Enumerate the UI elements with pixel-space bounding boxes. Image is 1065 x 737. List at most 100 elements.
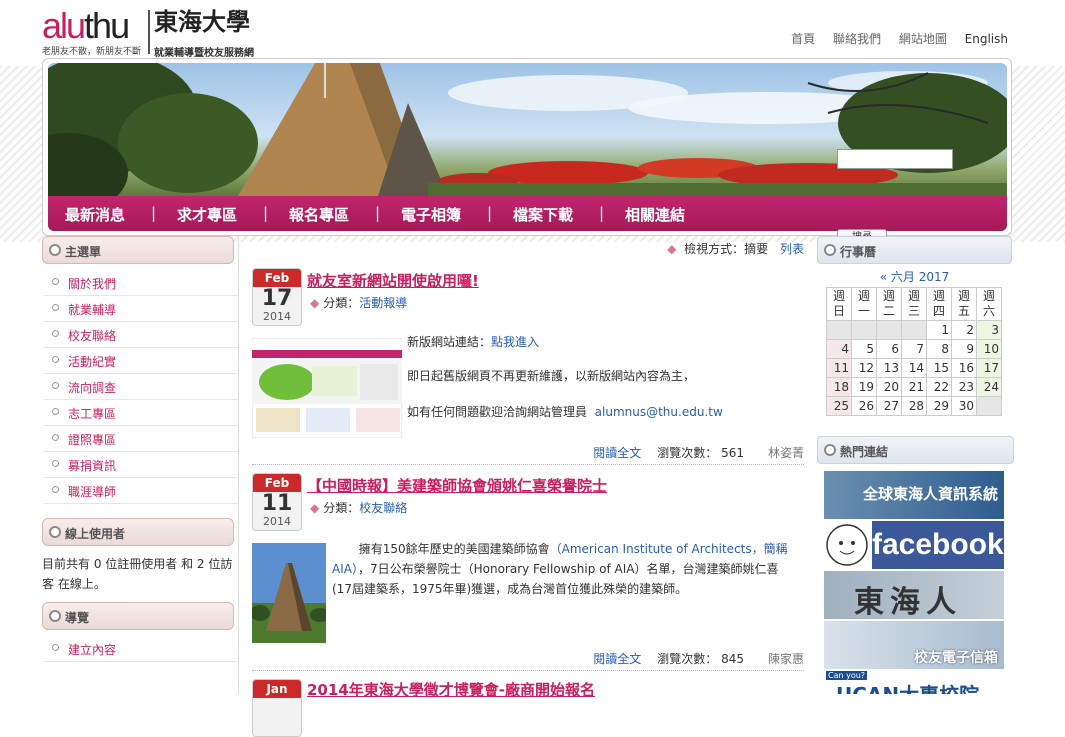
category-link[interactable]: 校友聯絡 [359, 501, 407, 515]
post-title[interactable]: 【中國時報】美建築師協會頒姚仁喜榮譽院士 [307, 475, 607, 496]
calendar-day[interactable]: 3 [976, 320, 1002, 340]
menu-item-donation[interactable]: 募捐資訊 [44, 452, 238, 478]
menu-item-events[interactable]: 活動紀實 [44, 348, 238, 374]
calendar-day[interactable]: 2 [951, 320, 977, 340]
menu-link[interactable]: 志工專區 [68, 405, 116, 422]
nav-item-jobs[interactable]: 求才專區 [177, 204, 237, 225]
nav-item-registration[interactable]: 報名專區 [289, 204, 349, 225]
circle-bullet-icon [52, 278, 59, 285]
calendar-day[interactable]: 4 [826, 339, 852, 359]
nav-item-downloads[interactable]: 檔案下載 [513, 204, 573, 225]
post-thumbnail[interactable] [250, 543, 330, 643]
calendar-day[interactable]: 10 [976, 339, 1002, 359]
calendar-day[interactable]: 18 [826, 377, 852, 397]
bullet-icon [49, 244, 61, 256]
calendar-day[interactable]: 6 [876, 339, 902, 359]
calendar-day[interactable]: 22 [926, 377, 952, 397]
nav-item-album[interactable]: 電子相簿 [401, 204, 461, 225]
calendar-header: 行事曆 [817, 236, 1012, 264]
view-count: 845 [721, 652, 744, 666]
calendar-day[interactable]: 1 [926, 320, 952, 340]
calendar-day[interactable]: 16 [951, 358, 977, 378]
calendar-week: 4 5 6 7 8 9 10 [826, 339, 1002, 359]
link-banner-ucan[interactable]: Can you? UCAN大專校院 [824, 671, 1004, 694]
menu-link[interactable]: 就業輔導 [68, 301, 116, 318]
link-banner-alumni-email[interactable]: 校友電子信箱 [824, 621, 1004, 669]
mascot-logo-icon [824, 521, 870, 569]
post-body-link[interactable]: 點我進入 [491, 335, 539, 349]
top-link-contact[interactable]: 聯絡我們 [833, 32, 881, 46]
menu-item-survey[interactable]: 流向調查 [44, 374, 238, 400]
calendar-day[interactable]: 28 [901, 396, 927, 416]
link-banner-alumni-system[interactable]: 全球東海人資訊系統 [824, 471, 1004, 519]
top-link-sitemap[interactable]: 網站地圖 [899, 32, 947, 46]
calendar-day[interactable]: 29 [926, 396, 952, 416]
menu-item-create-content[interactable]: 建立內容 [44, 636, 238, 662]
menu-item-about[interactable]: 關於我們 [44, 270, 238, 296]
calendar-day[interactable]: 26 [851, 396, 877, 416]
banner-text: 東海人 [854, 585, 962, 619]
menu-link[interactable]: 證照專區 [68, 431, 116, 448]
calendar-month-nav[interactable]: « 六月 2017 [817, 268, 1012, 285]
calendar-table: 週日週一週二週三週四週五週六 1 2 3 4 5 6 7 8 9 10 11 12 13 14 15 16 17… [826, 287, 1002, 416]
menu-link[interactable]: 關於我們 [68, 275, 116, 292]
main-menu-list: 關於我們 就業輔導 校友聯絡 活動紀實 流向調查 志工專區 證照專區 募捐資訊 … [42, 270, 238, 504]
calendar-day [826, 320, 852, 340]
menu-link[interactable]: 募捐資訊 [68, 457, 116, 474]
view-mode: ◆ 檢視方式：摘要 列表 [667, 240, 804, 257]
menu-link[interactable]: 建立內容 [68, 641, 116, 658]
menu-item-career[interactable]: 就業輔導 [44, 296, 238, 322]
calendar-day[interactable]: 19 [851, 377, 877, 397]
post-title[interactable]: 2014年東海大學徵才博覽會-廠商開始報名 [307, 679, 595, 700]
post-title[interactable]: 就友室新網站開使啟用囉! [307, 270, 479, 291]
post-excerpt: 擁有150餘年歷史的美國建築師協會（American Institute of … [332, 542, 788, 596]
link-banner-facebook[interactable]: facebook [824, 521, 1004, 569]
site-logo[interactable]: aluthu 東海大學 老朋友不散，新朋友不斷 就業輔導暨校友服務網 [42, 5, 272, 60]
top-link-home[interactable]: 首頁 [791, 32, 815, 46]
email-link[interactable]: alumnus@thu.edu.tw [595, 405, 723, 419]
calendar-day[interactable]: 7 [901, 339, 927, 359]
calendar-day[interactable]: 5 [851, 339, 877, 359]
logo-text-thu: thu [84, 5, 130, 46]
calendar-day[interactable]: 30 [951, 396, 977, 416]
calendar-day[interactable]: 11 [826, 358, 852, 378]
calendar-day[interactable]: 21 [901, 377, 927, 397]
calendar-day[interactable]: 14 [901, 358, 927, 378]
circle-bullet-icon [52, 330, 59, 337]
logo-university-name: 東海大學 [154, 7, 250, 36]
calendar-day[interactable]: 15 [926, 358, 952, 378]
calendar-day[interactable]: 20 [876, 377, 902, 397]
calendar-day[interactable]: 25 [826, 396, 852, 416]
nav-item-news[interactable]: 最新消息 [65, 204, 125, 225]
calendar-day[interactable]: 8 [926, 339, 952, 359]
menu-item-volunteer[interactable]: 志工專區 [44, 400, 238, 426]
top-link-english[interactable]: English [965, 32, 1008, 46]
read-more-link[interactable]: 閱讀全文 [593, 446, 641, 460]
calendar-day[interactable]: 12 [851, 358, 877, 378]
menu-link[interactable]: 流向調查 [68, 379, 116, 396]
post-footer: 閱讀全文 瀏覽次數： 561 林姿菁 [593, 446, 804, 460]
menu-link[interactable]: 職涯導師 [68, 483, 116, 500]
menu-link[interactable]: 活動紀實 [68, 353, 116, 370]
link-banner-thu-people[interactable]: 東海人 [824, 571, 1004, 619]
read-more-link[interactable]: 閱讀全文 [593, 652, 641, 666]
calendar-day[interactable]: 9 [951, 339, 977, 359]
post-day: 17 [261, 286, 293, 311]
calendar-day[interactable]: 27 [876, 396, 902, 416]
calendar-day[interactable]: 24 [976, 377, 1002, 397]
left-sidebar: 主選單 關於我們 就業輔導 校友聯絡 活動紀實 流向調查 志工專區 證照專區 募… [42, 236, 239, 694]
category-link[interactable]: 活動報導 [359, 296, 407, 310]
menu-link[interactable]: 校友聯絡 [68, 327, 116, 344]
menu-item-alumni[interactable]: 校友聯絡 [44, 322, 238, 348]
calendar-day[interactable]: 13 [876, 358, 902, 378]
banner-photo [48, 63, 1007, 196]
nav-item-links[interactable]: 相關連結 [625, 204, 685, 225]
menu-item-mentor[interactable]: 職涯導師 [44, 478, 238, 504]
calendar-day[interactable]: 23 [951, 377, 977, 397]
post-thumbnail[interactable] [251, 337, 403, 439]
search-input[interactable] [837, 149, 953, 169]
view-list-link[interactable]: 列表 [780, 242, 804, 256]
calendar-day[interactable]: 17 [976, 358, 1002, 378]
menu-item-certificate[interactable]: 證照專區 [44, 426, 238, 452]
circle-bullet-icon [52, 460, 59, 467]
